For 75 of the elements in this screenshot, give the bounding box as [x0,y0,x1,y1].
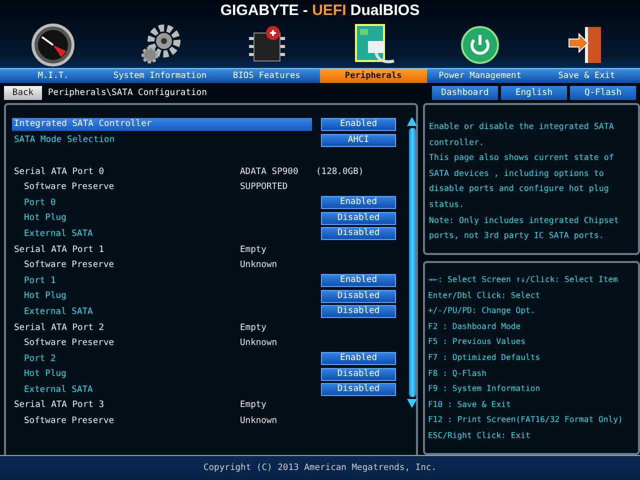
shortcut-button[interactable]: English [501,86,567,100]
copyright-text: Copyright (C) 2013 American Megatrends, Inc. [203,463,437,473]
info-label: Software Preserve [23,416,116,426]
info-value: Unknown [240,416,278,426]
setting-value-button[interactable]: AHCI [321,134,396,147]
option-value-button[interactable]: Disabled [321,383,396,396]
info-value: Unknown [240,260,278,270]
help-text: Enable or disable the integrated SATA [429,120,615,133]
shortcut-button[interactable]: Dashboard [432,86,498,100]
key-hint: +/-/PU/PD: Change Opt. [428,304,536,318]
option-label[interactable]: Hot Plug [12,369,240,380]
device-name: Empty [240,400,268,410]
help-text: controller. [429,136,485,149]
key-hint: Enter/Dbl Click: Select [428,288,542,302]
key-hint: ESC/Right Click: Exit [428,428,532,442]
port-label: Serial ATA Port 1 [13,244,106,255]
info-label: Software Preserve [23,338,116,348]
key-hint: →←: Select Screen ↑↓/Click: Select Item [428,273,620,286]
scroll-down-icon[interactable] [407,399,417,408]
setting-label[interactable]: Integrated SATA Controller [12,118,312,132]
port-label: Serial ATA Port 2 [13,322,106,333]
breadcrumb: Peripherals\SATA Configuration [48,88,208,98]
help-text: status. [429,198,465,211]
menu-tab[interactable]: System Information [106,69,214,83]
option-label[interactable]: Port 0 [12,198,240,208]
key-hint: F10 : Save & Exit [428,398,512,411]
option-value-button[interactable]: Disabled [321,290,396,303]
device-name: ADATA SP900 [240,166,300,177]
menu-tab[interactable]: BIOS Features [213,69,320,83]
port-label: Serial ATA Port 0 [13,166,106,177]
menu-tab[interactable]: Peripherals [320,69,427,83]
scroll-up-icon[interactable] [407,117,417,126]
menu-tab[interactable]: Power Management [426,69,534,83]
menu-tab[interactable]: M.I.T. [0,69,107,83]
option-label[interactable]: External SATA [12,384,240,395]
scroll-thumb[interactable] [408,128,416,397]
setting-value-button[interactable]: Enabled [321,118,396,132]
option-value-button[interactable]: Disabled [321,212,396,225]
key-hint: F9 : System Information [428,382,542,396]
option-value-button[interactable]: Enabled [321,274,396,288]
option-label[interactable]: External SATA [12,228,240,239]
option-value-button[interactable]: Enabled [321,352,396,366]
device-capacity: (128.0GB) [316,166,364,177]
help-text: ports, not 3rd party IC SATA ports. [429,229,605,242]
help-text: disable ports and configure hot plug [429,182,610,196]
setting-label[interactable]: SATA Mode Selection [12,135,240,146]
option-value-button[interactable]: Disabled [321,227,396,240]
option-value-button[interactable]: Disabled [321,305,396,318]
port-label: Serial ATA Port 3 [13,400,106,410]
option-value-button[interactable]: Enabled [321,196,396,210]
key-hint: F12 : Print Screen(FAT16/32 Format Only) [428,413,624,426]
info-label: Software Preserve [23,260,116,270]
option-label[interactable]: External SATA [12,306,240,317]
option-label[interactable]: Hot Plug [12,213,240,224]
info-value: SUPPORTED [240,182,289,192]
option-value-button[interactable]: Disabled [321,368,396,381]
device-name: Empty [240,322,268,333]
speedometer-icon[interactable] [31,23,76,67]
help-text: Note: Only includes integrated Chipset [429,214,620,227]
menu-tab[interactable]: Save & Exit [533,69,640,83]
bios-title: GIGABYTE - UEFI DualBIOS [219,1,421,20]
option-label[interactable]: Hot Plug [12,291,240,302]
help-text: This page also shows current state of [429,151,615,164]
key-hint: F2 : Dashboard Mode [428,320,522,333]
back-button[interactable]: Back [4,86,42,100]
shortcut-button[interactable]: Q-Flash [570,86,636,100]
help-text: SATA devices , including options to [429,166,605,180]
key-hint: F5 : Previous Values [428,335,526,348]
device-name: Empty [240,244,268,255]
info-value: Unknown [240,338,278,348]
option-label[interactable]: Port 1 [12,276,240,286]
key-hint: F8 : Q-Flash [428,366,488,380]
info-label: Software Preserve [23,182,116,192]
key-hint: F7 : Optimized Defaults [428,350,542,364]
option-label[interactable]: Port 2 [12,354,240,364]
